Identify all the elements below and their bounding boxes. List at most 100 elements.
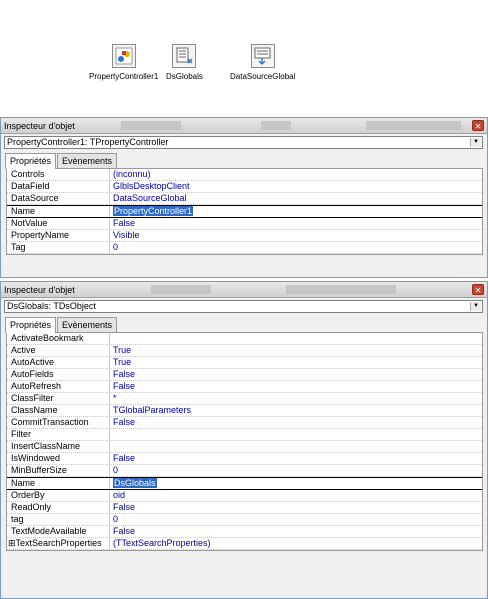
chevron-down-icon[interactable]: ▼ [470, 302, 481, 311]
object-selector[interactable]: DsGlobals: TDsObject ▼ [4, 300, 483, 313]
property-row[interactable]: NotValue False [7, 218, 482, 230]
property-value[interactable]: (inconnu) [110, 169, 482, 180]
property-row[interactable]: CommitTransaction False [7, 417, 482, 429]
property-row[interactable]: MinBufferSize 0 [7, 465, 482, 477]
inspector-titlebar[interactable]: Inspecteur d'objet ✕ [1, 282, 487, 298]
property-value[interactable]: GlblsDesktopClient [110, 181, 482, 192]
component-caption: DsGlobals [166, 72, 203, 81]
blurred-region [366, 121, 461, 130]
property-value[interactable]: oid [110, 490, 482, 501]
object-selector-value: PropertyController1: TPropertyController [7, 137, 169, 147]
property-name: CommitTransaction [7, 417, 110, 428]
blurred-region [286, 285, 396, 294]
property-row[interactable]: Tag 0 [7, 242, 482, 254]
property-grid: ActivateBookmark Active True AutoActive True… [6, 332, 483, 551]
property-value[interactable]: False [110, 502, 482, 513]
property-value[interactable]: DataSourceGlobal [110, 193, 482, 204]
property-row[interactable]: ReadOnly False [7, 502, 482, 514]
property-name: ActivateBookmark [7, 333, 110, 344]
property-value[interactable]: TGlobalParameters [110, 405, 482, 416]
property-row[interactable]: Name PropertyController1 [7, 205, 482, 218]
property-name: ReadOnly [7, 502, 110, 513]
property-row[interactable]: PropertyName Visible [7, 230, 482, 242]
property-value-text: False [113, 381, 136, 391]
property-value[interactable]: Visible [110, 230, 482, 241]
property-row[interactable]: ClassFilter * [7, 393, 482, 405]
component-dsglobals[interactable]: DsGlobals [166, 44, 203, 81]
property-row[interactable]: AutoFields False [7, 369, 482, 381]
property-row[interactable]: Active True [7, 345, 482, 357]
component-propertycontroller1[interactable]: PropertyController1 [89, 44, 158, 81]
property-value[interactable]: 0 [110, 514, 482, 525]
tab-events[interactable]: Evènements [57, 153, 118, 168]
tab-events[interactable]: Evènements [57, 317, 118, 332]
property-row[interactable]: ClassName TGlobalParameters [7, 405, 482, 417]
property-row[interactable]: DataField GlblsDesktopClient [7, 181, 482, 193]
property-name: Active [7, 345, 110, 356]
property-value-text: GlblsDesktopClient [113, 181, 190, 191]
chevron-down-icon[interactable]: ▼ [470, 138, 481, 147]
property-name: NotValue [7, 218, 110, 229]
inspector-titlebar[interactable]: Inspecteur d'objet ✕ [1, 118, 487, 134]
object-selector[interactable]: PropertyController1: TPropertyController… [4, 136, 483, 149]
property-value-text: (TTextSearchProperties) [113, 538, 211, 548]
tab-properties[interactable]: Propriétés [5, 153, 57, 169]
property-value-text: True [113, 345, 132, 355]
property-row[interactable]: AutoRefresh False [7, 381, 482, 393]
property-value[interactable]: False [110, 526, 482, 537]
datasource-icon [250, 44, 275, 68]
component-caption: DataSourceGlobal [230, 72, 296, 81]
property-value[interactable]: 0 [110, 242, 482, 253]
property-row[interactable]: InsertClassName [7, 441, 482, 453]
property-name: IsWindowed [7, 453, 110, 464]
property-value[interactable]: False [110, 369, 482, 380]
property-value[interactable]: True [110, 345, 482, 356]
property-value[interactable]: 0 [110, 465, 482, 476]
tab-properties[interactable]: Propriétés [5, 317, 57, 333]
property-value[interactable]: False [110, 218, 482, 229]
property-value[interactable] [110, 429, 482, 440]
property-row[interactable]: tag 0 [7, 514, 482, 526]
component-datasourceglobal[interactable]: DataSourceGlobal [230, 44, 295, 81]
property-row[interactable]: ⊞TextSearchProperties (TTextSearchPropert… [7, 538, 482, 550]
blurred-region [151, 285, 211, 294]
property-value[interactable]: * [110, 393, 482, 404]
property-value[interactable]: (TTextSearchProperties) [110, 538, 482, 549]
property-row[interactable]: Name DsGlobals [7, 477, 482, 490]
property-name: Filter [7, 429, 110, 440]
close-icon[interactable]: ✕ [472, 120, 484, 131]
property-value-text: (inconnu) [113, 169, 151, 179]
property-name: ClassName [7, 405, 110, 416]
property-name: AutoActive [7, 357, 110, 368]
property-row[interactable]: ActivateBookmark [7, 333, 482, 345]
property-grid: Controls (inconnu) DataField GlblsDesktopCl… [6, 168, 483, 255]
property-value-text: oid [113, 490, 126, 500]
property-name: Tag [7, 242, 110, 253]
property-row[interactable]: DataSource DataSourceGlobal [7, 193, 482, 205]
property-row[interactable]: Filter [7, 429, 482, 441]
property-value-text: 0 [113, 514, 119, 524]
property-value-text: True [113, 357, 132, 367]
property-value-text: 0 [113, 242, 119, 252]
property-value[interactable]: False [110, 417, 482, 428]
property-name: AutoRefresh [7, 381, 110, 392]
property-row[interactable]: IsWindowed False [7, 453, 482, 465]
property-value[interactable] [110, 333, 482, 344]
property-value[interactable] [110, 441, 482, 452]
property-value[interactable]: False [110, 381, 482, 392]
property-value-text: False [113, 369, 136, 379]
property-row[interactable]: TextModeAvailable False [7, 526, 482, 538]
property-row[interactable]: OrderBy oid [7, 490, 482, 502]
property-row[interactable]: Controls (inconnu) [7, 169, 482, 181]
property-value-text: False [113, 417, 136, 427]
close-icon[interactable]: ✕ [472, 284, 484, 295]
property-name: ClassFilter [7, 393, 110, 404]
property-row[interactable]: AutoActive True [7, 357, 482, 369]
property-value[interactable]: DsGlobals [110, 478, 482, 489]
property-value[interactable]: True [110, 357, 482, 368]
property-name: ⊞TextSearchProperties [7, 538, 110, 549]
property-value[interactable]: PropertyController1 [110, 206, 482, 217]
blurred-region [121, 121, 181, 130]
property-value-text: TGlobalParameters [113, 405, 192, 415]
property-value[interactable]: False [110, 453, 482, 464]
